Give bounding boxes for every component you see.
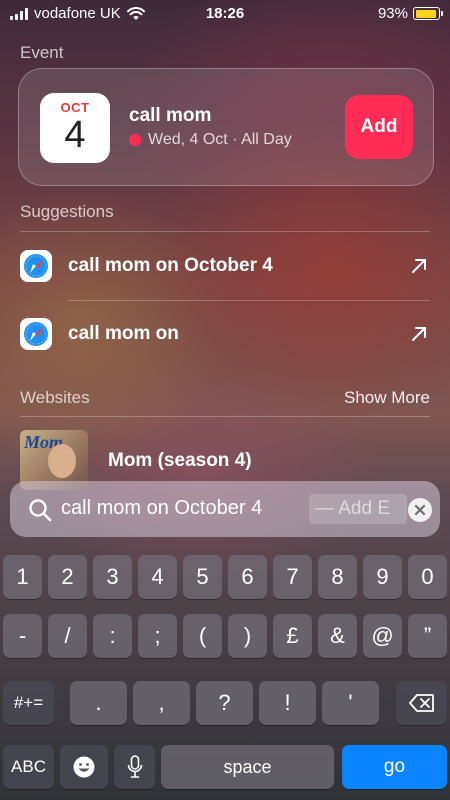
event-subtitle: Wed, 4 Oct · All Day — [129, 131, 292, 149]
close-icon — [414, 504, 426, 516]
search-input[interactable]: call mom on October 4 — [61, 497, 262, 520]
key-5[interactable]: 5 — [183, 555, 222, 599]
add-event-button[interactable]: Add — [345, 95, 413, 159]
key-period[interactable]: . — [70, 681, 127, 725]
keyboard: 1 2 3 4 5 6 7 8 9 0 - / : ; ( ) £ & @ ” … — [0, 545, 450, 800]
backspace-icon — [408, 694, 434, 712]
calendar-month: OCT — [60, 100, 90, 115]
calendar-day: 4 — [64, 114, 86, 156]
key-at[interactable]: @ — [363, 614, 402, 658]
key-9[interactable]: 9 — [363, 555, 402, 599]
key-hyphen[interactable]: - — [3, 614, 42, 658]
suggestion-item[interactable]: call mom on October 4 — [0, 232, 450, 300]
suggestion-label: call mom on October 4 — [68, 255, 273, 276]
key-slash[interactable]: / — [48, 614, 87, 658]
delete-key[interactable] — [396, 681, 447, 725]
key-6[interactable]: 6 — [228, 555, 267, 599]
event-date: Wed, 4 Oct · All Day — [148, 131, 292, 148]
suggestion-label: call mom on — [68, 323, 179, 344]
event-title: call mom — [129, 105, 212, 126]
websites-section-title: Websites — [20, 388, 90, 407]
safari-icon — [20, 250, 52, 282]
key-pound[interactable]: £ — [273, 614, 312, 658]
key-ampersand[interactable]: & — [318, 614, 357, 658]
battery-status: 93% — [377, 5, 443, 22]
show-more-link[interactable]: Show More — [344, 388, 430, 408]
event-section-title: Event — [20, 43, 64, 62]
space-key[interactable]: space — [161, 745, 334, 789]
key-apostrophe[interactable]: ' — [322, 681, 379, 725]
arrow-up-right-icon — [412, 259, 426, 273]
event-card[interactable]: OCT 4 call mom Wed, 4 Oct · All Day Add — [18, 68, 434, 186]
emoji-icon — [73, 756, 95, 778]
website-title: Mom (season 4) — [108, 450, 252, 471]
key-semicolon[interactable]: ; — [138, 614, 177, 658]
key-abc[interactable]: ABC — [3, 745, 54, 789]
key-7[interactable]: 7 — [273, 555, 312, 599]
key-comma[interactable]: , — [133, 681, 190, 725]
battery-percent: 93% — [377, 5, 408, 22]
divider — [20, 416, 430, 417]
search-completion: — Add E — [309, 494, 407, 524]
key-exclamation[interactable]: ! — [259, 681, 316, 725]
key-symbols[interactable]: #+= — [3, 681, 54, 725]
key-1[interactable]: 1 — [3, 555, 42, 599]
key-3[interactable]: 3 — [93, 555, 132, 599]
arrow-up-right-icon — [412, 327, 426, 341]
key-2[interactable]: 2 — [48, 555, 87, 599]
dictation-key[interactable] — [114, 745, 155, 789]
emoji-key[interactable] — [60, 745, 108, 789]
battery-icon — [413, 7, 443, 20]
go-key[interactable]: go — [342, 745, 447, 789]
microphone-icon — [127, 755, 142, 778]
status-bar: vodafone UK 18:26 93% — [0, 0, 450, 26]
search-bar[interactable]: call mom on October 4 — Add E — [10, 481, 440, 537]
key-open-paren[interactable]: ( — [183, 614, 222, 658]
key-4[interactable]: 4 — [138, 555, 177, 599]
search-icon — [29, 499, 52, 522]
key-question[interactable]: ? — [196, 681, 253, 725]
key-close-paren[interactable]: ) — [228, 614, 267, 658]
calendar-color-dot — [129, 134, 141, 146]
clear-search-button[interactable] — [408, 498, 432, 522]
key-8[interactable]: 8 — [318, 555, 357, 599]
key-quote[interactable]: ” — [408, 614, 447, 658]
key-0[interactable]: 0 — [408, 555, 447, 599]
safari-icon — [20, 318, 52, 350]
suggestions-section-title: Suggestions — [20, 202, 114, 221]
calendar-icon: OCT 4 — [40, 93, 110, 163]
suggestion-item[interactable]: call mom on — [0, 300, 450, 368]
key-colon[interactable]: : — [93, 614, 132, 658]
